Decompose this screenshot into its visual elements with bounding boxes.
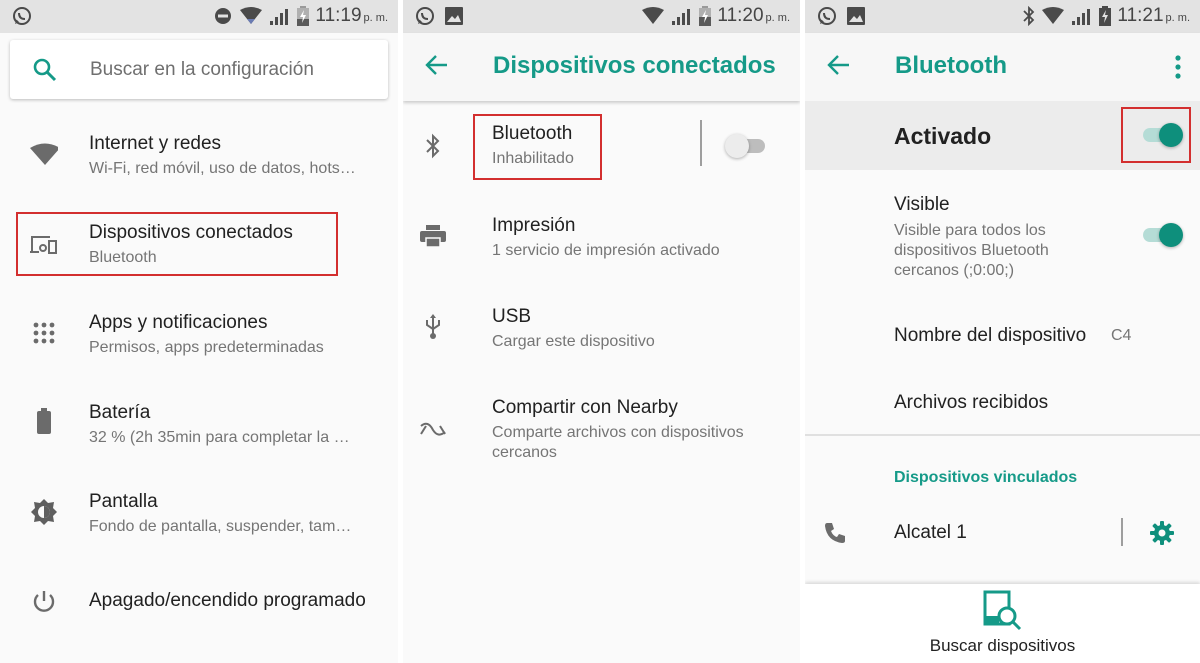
search-placeholder: Buscar en la configuración (90, 59, 314, 80)
search-devices-button[interactable]: Buscar dispositivos (805, 584, 1200, 663)
toggle-thumb (1159, 223, 1183, 247)
bluetooth-screen: 11:21 p. m. Bluetooth Activado Visible Vi… (805, 0, 1200, 663)
whatsapp-icon (817, 6, 837, 26)
print-icon (419, 222, 447, 250)
item-title: Apagado/encendido programado (89, 590, 366, 611)
highlight-box (473, 114, 602, 180)
settings-item-display[interactable]: Pantalla Fondo de pantalla, suspender, t… (0, 486, 398, 546)
gear-icon[interactable] (1148, 519, 1176, 547)
page-title: Dispositivos conectados (493, 52, 776, 79)
whatsapp-icon (12, 6, 32, 26)
battery-icon (30, 407, 58, 435)
device-name-setting[interactable]: Nombre del dispositivo C4 (805, 320, 1200, 356)
battery-charging-icon (1099, 6, 1112, 26)
item-subtitle: Permisos, apps predeterminadas (89, 339, 324, 356)
item-title: Internet y redes (89, 133, 222, 154)
image-icon (445, 7, 463, 25)
item-subtitle: Comparte archivos con dispositivos (492, 424, 744, 441)
item-subtitle: Visible para todos los (894, 222, 1046, 239)
wifi-icon (1041, 7, 1065, 25)
item-title: Pantalla (89, 491, 158, 512)
status-time: 11:19 p. m. (315, 5, 388, 26)
signal-icon (269, 7, 291, 25)
connected-devices-screen: 11:20 p. m. Dispositivos conectados Bluet… (403, 0, 800, 663)
item-title: USB (492, 306, 532, 327)
item-subtitle: Cargar este dispositivo (492, 333, 655, 350)
connected-item-usb[interactable]: USB Cargar este dispositivo (403, 301, 800, 361)
status-bar: 11:20 p. m. (403, 0, 800, 33)
search-icon (32, 57, 58, 88)
search-devices-label: Buscar dispositivos (929, 636, 1076, 655)
master-switch-label: Activado (894, 123, 992, 149)
usb-icon (419, 313, 447, 341)
divider (1121, 518, 1123, 546)
item-subtitle: Fondo de pantalla, suspender, tam… (89, 518, 352, 535)
item-subtitle: Wi-Fi, red móvil, uso de datos, hots… (89, 160, 356, 177)
status-time: 11:20 p. m. (717, 5, 790, 26)
item-subtitle: cercanos (;0:00;) (894, 262, 1015, 279)
wifi-icon (641, 7, 665, 25)
image-icon (847, 7, 865, 25)
status-bar: 11:19 p. m. (0, 0, 398, 33)
arrow-back-icon[interactable] (827, 53, 851, 82)
item-subtitle: 32 % (2h 35min para completar la … (89, 429, 350, 446)
brightness-icon (30, 498, 58, 526)
item-subtitle: cercanos (492, 444, 557, 461)
bluetooth-toggle[interactable] (725, 133, 769, 159)
page-title: Bluetooth (895, 52, 1007, 79)
app-bar: Bluetooth (805, 33, 1200, 101)
do-not-disturb-icon (213, 6, 233, 26)
wifi-icon (239, 7, 263, 25)
item-title: Archivos recibidos (894, 392, 1049, 413)
connected-item-nearby[interactable]: Compartir con Nearby Comparte archivos c… (403, 392, 800, 472)
visible-setting[interactable]: Visible Visible para todos los dispositi… (805, 190, 1200, 285)
paired-device-row[interactable]: Alcatel 1 (805, 510, 1200, 556)
highlight-box (1121, 107, 1191, 163)
phone-icon (821, 519, 849, 547)
paired-devices-header: Dispositivos vinculados (894, 469, 1078, 486)
item-title: Visible (894, 194, 950, 215)
connected-item-printing[interactable]: Impresión 1 servicio de impresión activa… (403, 210, 800, 270)
status-time: 11:21 p. m. (1117, 5, 1190, 26)
item-title: Nombre del dispositivo (894, 325, 1087, 346)
settings-item-apps[interactable]: Apps y notificaciones Permisos, apps pre… (0, 307, 398, 367)
apps-grid-icon (30, 319, 58, 347)
paired-device-name: Alcatel 1 (894, 522, 967, 543)
received-files-setting[interactable]: Archivos recibidos (805, 388, 1200, 424)
arrow-back-icon[interactable] (425, 53, 449, 82)
highlight-box (16, 212, 338, 276)
whatsapp-icon (415, 6, 435, 26)
battery-charging-icon (699, 6, 712, 26)
more-vert-icon[interactable] (1174, 55, 1182, 84)
visible-toggle[interactable] (1139, 222, 1183, 248)
signal-icon (1071, 7, 1093, 25)
divider (700, 120, 702, 166)
bluetooth-icon (419, 132, 447, 160)
power-icon (30, 588, 58, 616)
device-search-icon (983, 590, 1023, 637)
app-bar: Dispositivos conectados (403, 33, 800, 101)
item-subtitle: dispositivos Bluetooth (894, 242, 1049, 259)
bluetooth-icon (1023, 6, 1035, 26)
divider (805, 434, 1200, 436)
settings-screen: 11:19 p. m. Buscar en la configuración In… (0, 0, 398, 663)
wifi-icon (30, 140, 58, 168)
item-title: Compartir con Nearby (492, 397, 678, 418)
settings-item-battery[interactable]: Batería 32 % (2h 35min para completar la… (0, 397, 398, 457)
toggle-thumb (725, 134, 749, 158)
item-title: Apps y notificaciones (89, 312, 268, 333)
item-title: Batería (89, 402, 151, 423)
screenshots-composite: 11:19 p. m. Buscar en la configuración In… (0, 0, 1200, 663)
nearby-icon (419, 416, 447, 444)
status-bar: 11:21 p. m. (805, 0, 1200, 33)
settings-search-bar[interactable]: Buscar en la configuración (10, 40, 388, 99)
item-subtitle: 1 servicio de impresión activado (492, 242, 720, 259)
settings-item-internet[interactable]: Internet y redes Wi-Fi, red móvil, uso d… (0, 128, 398, 188)
signal-icon (671, 7, 693, 25)
settings-item-scheduled-power[interactable]: Apagado/encendido programado (0, 580, 398, 630)
device-name-value: C4 (1111, 327, 1132, 344)
item-title: Impresión (492, 215, 576, 236)
battery-charging-icon (297, 6, 310, 26)
